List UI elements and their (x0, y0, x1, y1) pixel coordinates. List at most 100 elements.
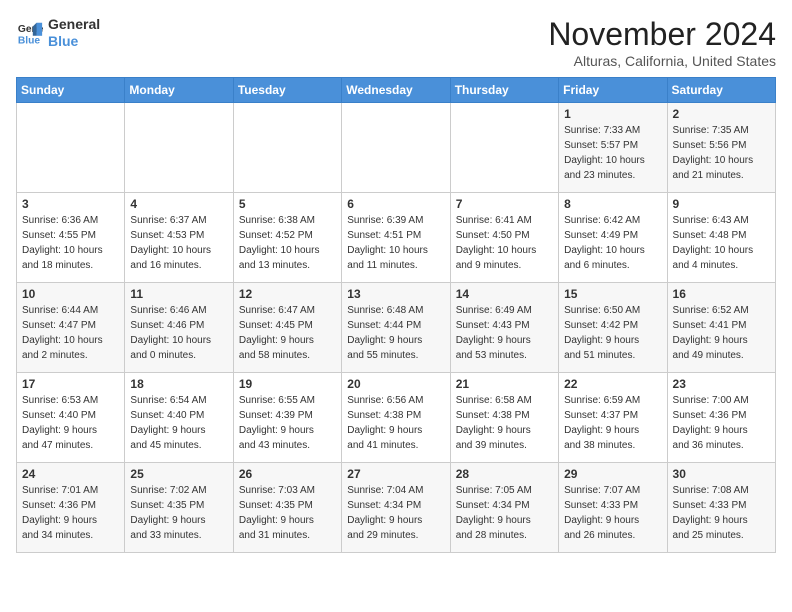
day-info: Sunrise: 7:05 AM Sunset: 4:34 PM Dayligh… (456, 483, 553, 543)
day-cell: 10 Sunrise: 6:44 AM Sunset: 4:47 PM Dayli… (17, 283, 125, 373)
header-thursday: Thursday (450, 78, 558, 103)
day-cell: 11Sunrise: 6:46 AM Sunset: 4:46 PM Dayli… (125, 283, 233, 373)
header-row: SundayMondayTuesdayWednesdayThursdayFrid… (17, 78, 776, 103)
day-number: 14 (456, 287, 553, 301)
day-number: 13 (347, 287, 444, 301)
week-row-3: 17 Sunrise: 6:53 AM Sunset: 4:40 PM Dayli… (17, 373, 776, 463)
day-cell: 26 Sunrise: 7:03 AM Sunset: 4:35 PM Dayli… (233, 463, 341, 553)
day-cell: 25Sunrise: 7:02 AM Sunset: 4:35 PM Dayli… (125, 463, 233, 553)
day-info: Sunrise: 6:48 AM Sunset: 4:44 PM Dayligh… (347, 303, 444, 363)
day-info: Sunrise: 6:41 AM Sunset: 4:50 PM Dayligh… (456, 213, 553, 273)
day-cell: 14 Sunrise: 6:49 AM Sunset: 4:43 PM Dayli… (450, 283, 558, 373)
header-saturday: Saturday (667, 78, 775, 103)
day-info: Sunrise: 6:47 AM Sunset: 4:45 PM Dayligh… (239, 303, 336, 363)
day-cell (17, 103, 125, 193)
day-number: 11 (130, 287, 227, 301)
day-number: 15 (564, 287, 661, 301)
day-info: Sunrise: 6:42 AM Sunset: 4:49 PM Dayligh… (564, 213, 661, 273)
title-area: November 2024 Alturas, California, Unite… (548, 16, 776, 69)
day-cell (342, 103, 450, 193)
day-number: 22 (564, 377, 661, 391)
header-sunday: Sunday (17, 78, 125, 103)
day-cell (125, 103, 233, 193)
day-number: 30 (673, 467, 770, 481)
day-info: Sunrise: 6:56 AM Sunset: 4:38 PM Dayligh… (347, 393, 444, 453)
day-cell: 29Sunrise: 7:07 AM Sunset: 4:33 PM Dayli… (559, 463, 667, 553)
week-row-2: 10 Sunrise: 6:44 AM Sunset: 4:47 PM Dayli… (17, 283, 776, 373)
day-info: Sunrise: 6:55 AM Sunset: 4:39 PM Dayligh… (239, 393, 336, 453)
day-number: 16 (673, 287, 770, 301)
logo-line2: Blue (48, 33, 100, 50)
day-cell: 17 Sunrise: 6:53 AM Sunset: 4:40 PM Dayli… (17, 373, 125, 463)
day-info: Sunrise: 7:04 AM Sunset: 4:34 PM Dayligh… (347, 483, 444, 543)
day-info: Sunrise: 7:01 AM Sunset: 4:36 PM Dayligh… (22, 483, 119, 543)
day-info: Sunrise: 7:03 AM Sunset: 4:35 PM Dayligh… (239, 483, 336, 543)
day-cell: 6Sunrise: 6:39 AM Sunset: 4:51 PM Daylig… (342, 193, 450, 283)
day-cell: 20 Sunrise: 6:56 AM Sunset: 4:38 PM Dayli… (342, 373, 450, 463)
day-info: Sunrise: 6:38 AM Sunset: 4:52 PM Dayligh… (239, 213, 336, 273)
calendar-subtitle: Alturas, California, United States (548, 53, 776, 69)
day-info: Sunrise: 7:00 AM Sunset: 4:36 PM Dayligh… (673, 393, 770, 453)
day-number: 9 (673, 197, 770, 211)
day-number: 3 (22, 197, 119, 211)
day-cell: 1Sunrise: 7:33 AM Sunset: 5:57 PM Daylig… (559, 103, 667, 193)
day-cell: 5 Sunrise: 6:38 AM Sunset: 4:52 PM Daylig… (233, 193, 341, 283)
day-cell: 2Sunrise: 7:35 AM Sunset: 5:56 PM Daylig… (667, 103, 775, 193)
day-cell: 28Sunrise: 7:05 AM Sunset: 4:34 PM Dayli… (450, 463, 558, 553)
header-monday: Monday (125, 78, 233, 103)
day-cell: 4 Sunrise: 6:37 AM Sunset: 4:53 PM Daylig… (125, 193, 233, 283)
calendar-header: SundayMondayTuesdayWednesdayThursdayFrid… (17, 78, 776, 103)
day-cell: 18Sunrise: 6:54 AM Sunset: 4:40 PM Dayli… (125, 373, 233, 463)
day-number: 21 (456, 377, 553, 391)
day-info: Sunrise: 6:39 AM Sunset: 4:51 PM Dayligh… (347, 213, 444, 273)
day-cell: 21 Sunrise: 6:58 AM Sunset: 4:38 PM Dayli… (450, 373, 558, 463)
day-info: Sunrise: 6:54 AM Sunset: 4:40 PM Dayligh… (130, 393, 227, 453)
day-number: 26 (239, 467, 336, 481)
day-info: Sunrise: 6:49 AM Sunset: 4:43 PM Dayligh… (456, 303, 553, 363)
day-number: 5 (239, 197, 336, 211)
day-info: Sunrise: 6:37 AM Sunset: 4:53 PM Dayligh… (130, 213, 227, 273)
day-number: 7 (456, 197, 553, 211)
day-cell: 3 Sunrise: 6:36 AM Sunset: 4:55 PM Daylig… (17, 193, 125, 283)
day-number: 17 (22, 377, 119, 391)
day-info: Sunrise: 6:52 AM Sunset: 4:41 PM Dayligh… (673, 303, 770, 363)
day-cell: 22 Sunrise: 6:59 AM Sunset: 4:37 PM Dayli… (559, 373, 667, 463)
day-cell: 9 Sunrise: 6:43 AM Sunset: 4:48 PM Daylig… (667, 193, 775, 283)
header-friday: Friday (559, 78, 667, 103)
day-number: 1 (564, 107, 661, 121)
day-number: 23 (673, 377, 770, 391)
day-number: 25 (130, 467, 227, 481)
day-cell: 16 Sunrise: 6:52 AM Sunset: 4:41 PM Dayli… (667, 283, 775, 373)
day-info: Sunrise: 6:50 AM Sunset: 4:42 PM Dayligh… (564, 303, 661, 363)
calendar-table: SundayMondayTuesdayWednesdayThursdayFrid… (16, 77, 776, 553)
day-info: Sunrise: 6:36 AM Sunset: 4:55 PM Dayligh… (22, 213, 119, 273)
day-cell: 8 Sunrise: 6:42 AM Sunset: 4:49 PM Daylig… (559, 193, 667, 283)
day-cell (233, 103, 341, 193)
day-number: 10 (22, 287, 119, 301)
day-number: 27 (347, 467, 444, 481)
day-cell: 30 Sunrise: 7:08 AM Sunset: 4:33 PM Dayli… (667, 463, 775, 553)
day-number: 24 (22, 467, 119, 481)
day-number: 2 (673, 107, 770, 121)
day-info: Sunrise: 6:58 AM Sunset: 4:38 PM Dayligh… (456, 393, 553, 453)
day-info: Sunrise: 6:44 AM Sunset: 4:47 PM Dayligh… (22, 303, 119, 363)
week-row-0: 1Sunrise: 7:33 AM Sunset: 5:57 PM Daylig… (17, 103, 776, 193)
day-cell: 23 Sunrise: 7:00 AM Sunset: 4:36 PM Dayli… (667, 373, 775, 463)
header-tuesday: Tuesday (233, 78, 341, 103)
day-cell: 15 Sunrise: 6:50 AM Sunset: 4:42 PM Dayli… (559, 283, 667, 373)
day-info: Sunrise: 6:43 AM Sunset: 4:48 PM Dayligh… (673, 213, 770, 273)
header-wednesday: Wednesday (342, 78, 450, 103)
day-cell: 7 Sunrise: 6:41 AM Sunset: 4:50 PM Daylig… (450, 193, 558, 283)
logo: General Blue General Blue (16, 16, 100, 50)
day-cell: 12Sunrise: 6:47 AM Sunset: 4:45 PM Dayli… (233, 283, 341, 373)
day-info: Sunrise: 6:53 AM Sunset: 4:40 PM Dayligh… (22, 393, 119, 453)
day-info: Sunrise: 6:59 AM Sunset: 4:37 PM Dayligh… (564, 393, 661, 453)
day-number: 20 (347, 377, 444, 391)
day-number: 4 (130, 197, 227, 211)
week-row-4: 24 Sunrise: 7:01 AM Sunset: 4:36 PM Dayli… (17, 463, 776, 553)
header: General Blue General Blue November 2024 … (16, 16, 776, 69)
day-cell: 19Sunrise: 6:55 AM Sunset: 4:39 PM Dayli… (233, 373, 341, 463)
day-cell: 27 Sunrise: 7:04 AM Sunset: 4:34 PM Dayli… (342, 463, 450, 553)
day-number: 8 (564, 197, 661, 211)
day-info: Sunrise: 7:08 AM Sunset: 4:33 PM Dayligh… (673, 483, 770, 543)
